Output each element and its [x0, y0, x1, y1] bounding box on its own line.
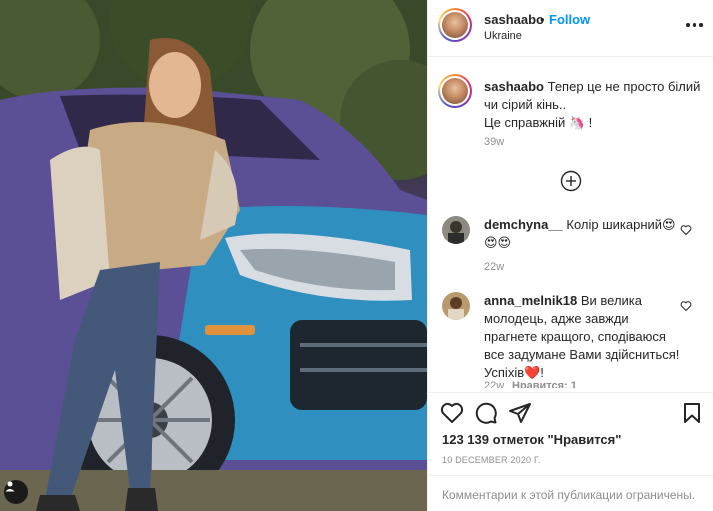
- comment-line-3: прагнете кращого, сподіваюся: [484, 329, 666, 344]
- caption-username[interactable]: sashaabo: [484, 79, 544, 94]
- comment-like-heart-icon[interactable]: [680, 224, 692, 236]
- caption-line-3: Це справжній 🦄 !: [484, 115, 593, 130]
- caption-line-2: чи сірий кінь..: [484, 97, 567, 112]
- comment-line-1: Колір шикарний😍: [566, 217, 676, 232]
- comments-restricted-bar: Комментарии к этой публикации ограничены…: [428, 475, 713, 511]
- post-date[interactable]: 10 DECEMBER 2020 Г.: [442, 455, 541, 465]
- post-actions: 123 139 отметок "Нравится" 10 DECEMBER 2…: [428, 392, 713, 511]
- comment-text-block: anna_melnik18 Ви велика молодець, адже з…: [484, 292, 689, 382]
- comment-line-1: Ви велика: [580, 293, 642, 308]
- bookmark-icon[interactable]: [680, 401, 704, 425]
- caption-time[interactable]: 39w: [484, 136, 504, 148]
- author-avatar[interactable]: [438, 8, 472, 42]
- comment-icon[interactable]: [474, 401, 498, 425]
- post-photo[interactable]: [0, 0, 427, 511]
- heart-icon[interactable]: [440, 401, 464, 425]
- post-header: sashaabo • Follow Ukraine: [428, 0, 713, 57]
- comments-section[interactable]: sashaabo Тепер це не просто білий чи сір…: [428, 58, 713, 388]
- comment-username[interactable]: demchyna__: [484, 217, 563, 232]
- comment-line-2: 😍😍: [484, 235, 512, 250]
- comment-text-block: demchyna__ Колір шикарний😍 😍😍: [484, 216, 684, 252]
- caption-line-1: Тепер це не просто білий: [547, 79, 701, 94]
- more-options-icon[interactable]: [686, 20, 706, 30]
- share-icon[interactable]: [508, 401, 532, 425]
- comment-like-heart-icon[interactable]: [680, 300, 692, 312]
- likes-count[interactable]: 123 139 отметок "Нравится": [442, 432, 621, 447]
- user-tag-button[interactable]: [4, 480, 28, 504]
- load-more-comments-icon[interactable]: [560, 170, 582, 192]
- user-tag-icon: [5, 481, 15, 492]
- comment-line-2: молодець, адже завжди: [484, 311, 629, 326]
- caption-text-block: sashaabo Тепер це не просто білий чи сір…: [484, 78, 700, 132]
- comment-line-4: все задумане Вами здійсниться!: [484, 347, 680, 362]
- comments-restricted-text: Комментарии к этой публикации ограничены…: [442, 488, 696, 502]
- photo-illustration: [0, 0, 427, 511]
- comment-avatar[interactable]: [442, 292, 470, 320]
- caption-avatar[interactable]: [438, 74, 472, 108]
- comment-likes-count[interactable]: Нравится: 1: [512, 380, 577, 388]
- comment-avatar[interactable]: [442, 216, 470, 244]
- post-side-panel: sashaabo • Follow Ukraine sashaabo Тепер…: [427, 0, 713, 511]
- follow-button[interactable]: Follow: [549, 12, 590, 27]
- comment-time[interactable]: 22w: [484, 261, 504, 273]
- post-location[interactable]: Ukraine: [484, 30, 522, 42]
- separator-dot: •: [540, 12, 545, 27]
- author-username[interactable]: sashaabo: [484, 12, 544, 27]
- comment-username[interactable]: anna_melnik18: [484, 293, 577, 308]
- comment-time[interactable]: 22w: [484, 380, 504, 388]
- comment-line-5: Успіхів❤️!: [484, 365, 544, 380]
